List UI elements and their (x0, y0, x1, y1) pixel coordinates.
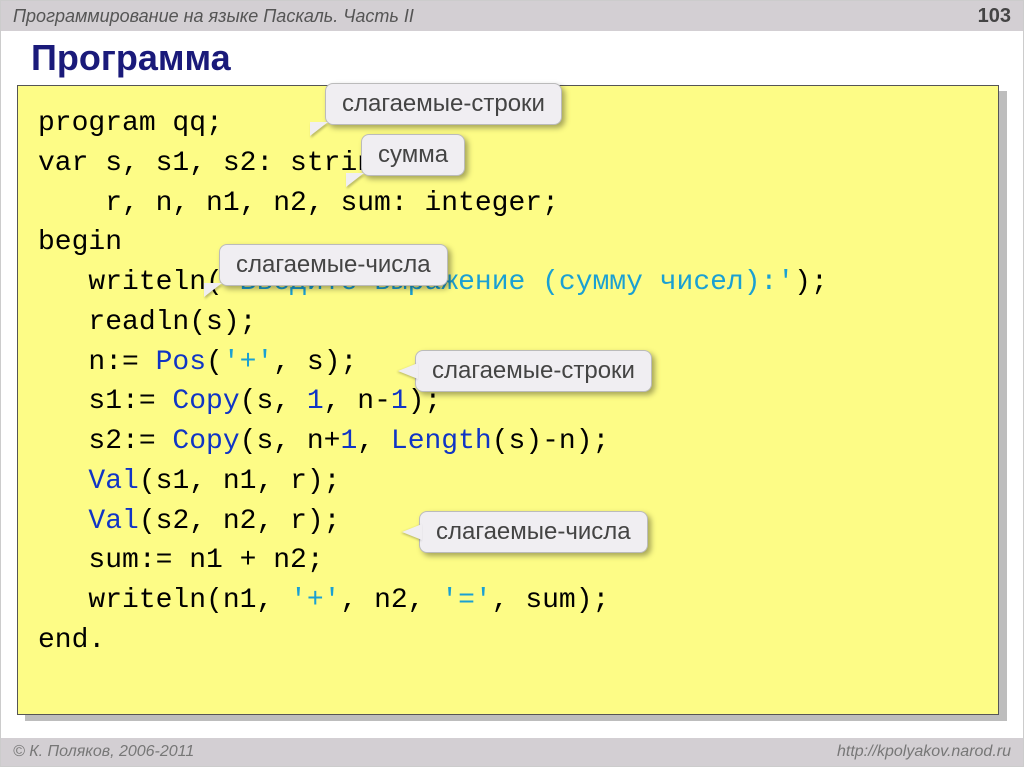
code-line: writeln(n1, '+', n2, '=', sum); (38, 585, 609, 616)
footer-copyright: © К. Поляков, 2006-2011 (13, 743, 194, 761)
code-box: program qq; var s, s1, s2: string; r, n,… (17, 85, 999, 715)
code-line: s2:= Copy(s, n+1, Length(s)-n); (38, 426, 609, 457)
code-line: writeln('Введите выражение (сумму чисел)… (38, 267, 828, 298)
code-line: var s, s1, s2: string; (38, 148, 408, 179)
slide-header: Программирование на языке Паскаль. Часть… (1, 1, 1023, 31)
code-line: sum:= n1 + n2; (38, 545, 324, 576)
code-line: begin (38, 227, 122, 258)
code-line: Val(s1, n1, r); (38, 466, 340, 497)
code-line: r, n, n1, n2, sum: integer; (38, 188, 559, 219)
code-line: end. (38, 625, 105, 656)
page-number: 103 (978, 5, 1011, 28)
code-line: Val(s2, n2, r); (38, 506, 340, 537)
code-line: program qq; (38, 108, 223, 139)
slide-footer: © К. Поляков, 2006-2011 http://kpolyakov… (1, 738, 1023, 766)
slide-title: Программа (31, 37, 231, 79)
code-line: readln(s); (38, 307, 256, 338)
code-line: n:= Pos('+', s); (38, 347, 357, 378)
code-line: s1:= Copy(s, 1, n-1); (38, 386, 441, 417)
header-title: Программирование на языке Паскаль. Часть… (13, 6, 414, 27)
footer-url: http://kpolyakov.narod.ru (837, 743, 1011, 761)
